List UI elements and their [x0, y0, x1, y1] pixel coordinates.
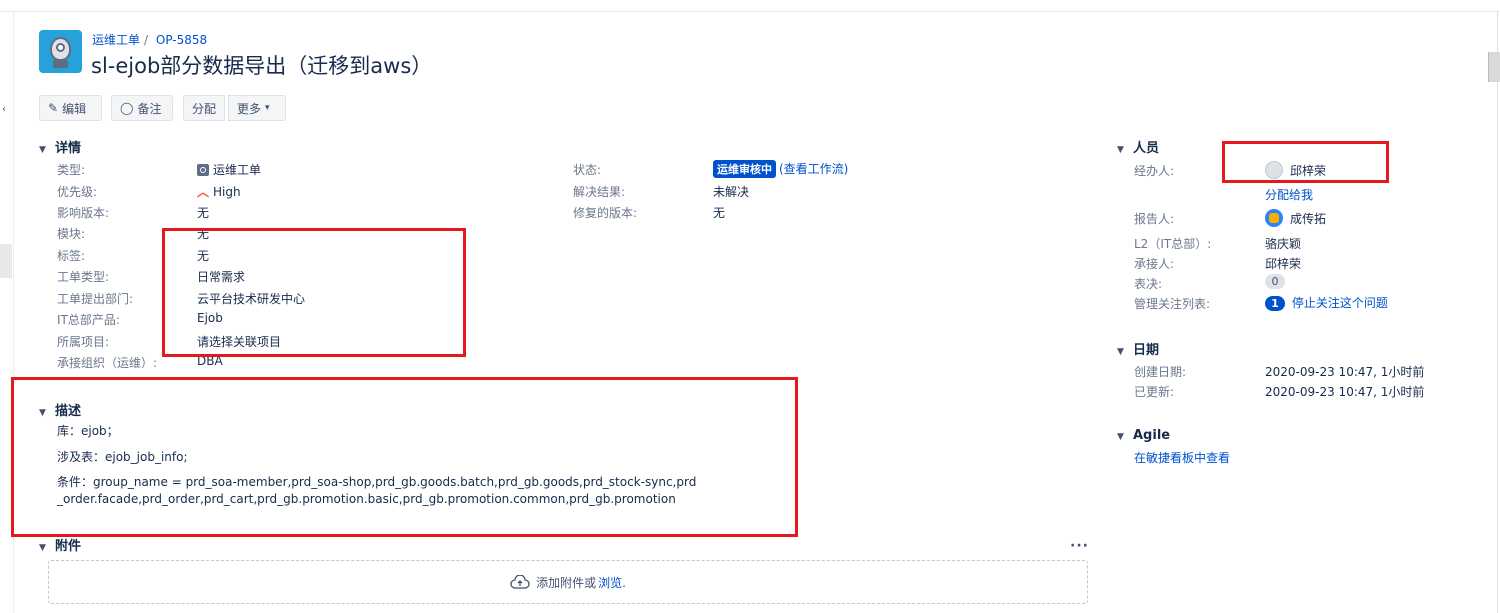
breadcrumb-separator: /: [144, 33, 149, 47]
affects-version-value: 无: [197, 206, 210, 220]
description-line-1: 库：ejob；: [57, 424, 119, 438]
chevron-left-icon[interactable]: ‹: [2, 104, 6, 115]
reporter-value[interactable]: 成传拓: [1290, 210, 1326, 227]
breadcrumb-issue-link[interactable]: OP-5858: [156, 33, 207, 47]
product-label: IT总部产品:: [57, 313, 120, 327]
more-button[interactable]: 更多 ▾: [228, 95, 286, 121]
chevron-down-icon: ▼: [1117, 145, 1124, 155]
fix-version-value: 无: [713, 206, 726, 220]
chevron-down-icon: ▼: [39, 408, 46, 418]
votes-label: 表决:: [1134, 277, 1163, 291]
votes-badge[interactable]: 0: [1265, 274, 1285, 289]
right-divider: [1497, 12, 1498, 613]
product-value: Ejob: [197, 311, 223, 325]
attachment-dropzone[interactable]: 添加附件或 浏览.: [48, 560, 1088, 604]
resolution-value: 未解决: [713, 185, 750, 199]
l2-value: 骆庆颖: [1265, 237, 1302, 251]
description-line-3: 条件：group_name = prd_soa-member,prd_soa-s…: [57, 475, 697, 506]
assignee-value[interactable]: 邱梓荣: [1290, 162, 1326, 179]
project-label: 所属项目:: [57, 335, 110, 349]
ticket-type-label: 工单类型:: [57, 270, 110, 284]
comment-icon: ◯: [120, 101, 134, 115]
module-value: 无: [197, 227, 210, 241]
ticket-type-value: 日常需求: [197, 270, 246, 284]
reporter-label: 报告人:: [1134, 212, 1175, 226]
agile-section-toggle[interactable]: ▼ Agile: [1117, 428, 1170, 443]
org-value: DBA: [197, 354, 223, 368]
chevron-down-icon: ▼: [1117, 347, 1124, 357]
chevron-down-icon: ▼: [1117, 432, 1124, 442]
tags-value: 无: [197, 249, 210, 263]
created-label: 创建日期:: [1134, 365, 1187, 379]
votes-value: 0: [1265, 274, 1285, 289]
department-label: 工单提出部门:: [57, 292, 134, 306]
l2-label: L2（IT总部）:: [1134, 237, 1212, 251]
description-section-toggle[interactable]: ▼ 描述: [39, 400, 81, 419]
project-avatar-icon[interactable]: [39, 30, 82, 73]
details-section-toggle[interactable]: ▼ 详情: [39, 137, 81, 156]
user-avatar-icon: [1265, 161, 1283, 179]
priority-value: ︿ High: [197, 185, 241, 199]
undertaker-value: 邱梓荣: [1265, 257, 1302, 271]
chevron-down-icon: ▾: [265, 103, 270, 113]
affects-version-label: 影响版本:: [57, 206, 110, 220]
comment-button[interactable]: ◯ 备注: [111, 95, 173, 121]
breadcrumb: 运维工单 / OP-5858: [92, 31, 207, 48]
top-notice-bar: [0, 0, 1500, 12]
watchers-value: 1 停止关注这个问题: [1265, 294, 1388, 311]
assignee-label: 经办人:: [1134, 164, 1175, 178]
chevron-down-icon: ▼: [39, 145, 46, 155]
edit-button[interactable]: ✎ 编辑: [39, 95, 102, 121]
type-label: 类型:: [57, 163, 86, 177]
updated-value: 2020-09-23 10:47, 1小时前: [1265, 385, 1425, 399]
type-value: 运维工单: [197, 161, 261, 178]
assign-button[interactable]: 分配: [183, 95, 225, 121]
updated-label: 已更新:: [1134, 385, 1175, 399]
attachments-options-icon[interactable]: ···: [1070, 538, 1089, 554]
left-sidebar-collapsed[interactable]: ‹: [0, 12, 14, 613]
attachments-section-toggle[interactable]: ▼ 附件: [39, 535, 81, 554]
priority-high-icon: ︿: [197, 185, 210, 199]
page-title[interactable]: sl-ejob部分数据导出（迁移到aws）: [91, 50, 432, 80]
sidebar-tab[interactable]: [0, 244, 12, 278]
fix-version-label: 修复的版本:: [573, 206, 638, 220]
status-value: 运维审核中 (查看工作流): [713, 160, 848, 178]
module-label: 模块:: [57, 227, 86, 241]
status-label: 状态:: [573, 163, 602, 177]
status-lozenge: 运维审核中: [713, 160, 776, 178]
stop-watching-link[interactable]: 停止关注这个问题: [1292, 296, 1388, 310]
assign-to-me-link[interactable]: 分配给我: [1265, 186, 1313, 203]
project-value: 请选择关联项目: [197, 335, 282, 349]
department-value: 云平台技术研发中心: [197, 292, 306, 306]
scrollbar-thumb[interactable]: [1488, 52, 1500, 82]
resolution-label: 解决结果:: [573, 185, 626, 199]
priority-label: 优先级:: [57, 185, 98, 199]
description-line-2: 涉及表：ejob_job_info;: [57, 450, 188, 464]
people-section-toggle[interactable]: ▼ 人员: [1117, 137, 1159, 156]
pencil-icon: ✎: [48, 101, 59, 115]
watchers-badge[interactable]: 1: [1265, 296, 1285, 311]
created-value: 2020-09-23 10:47, 1小时前: [1265, 365, 1425, 379]
cloud-upload-icon: [510, 575, 530, 589]
cat-avatar-icon: [1269, 213, 1279, 223]
tags-label: 标签:: [57, 249, 86, 263]
breadcrumb-project-link[interactable]: 运维工单: [92, 33, 140, 47]
org-label: 承接组织（运维）:: [57, 356, 158, 370]
issue-type-icon: [197, 164, 209, 176]
dates-section-toggle[interactable]: ▼ 日期: [1117, 339, 1159, 358]
agile-board-link[interactable]: 在敏捷看板中查看: [1134, 449, 1230, 466]
undertaker-label: 承接人:: [1134, 257, 1175, 271]
browse-link[interactable]: 浏览.: [598, 574, 626, 591]
watchers-label: 管理关注列表:: [1134, 297, 1211, 311]
chevron-down-icon: ▼: [39, 543, 46, 553]
view-workflow-link[interactable]: (查看工作流): [779, 162, 848, 176]
